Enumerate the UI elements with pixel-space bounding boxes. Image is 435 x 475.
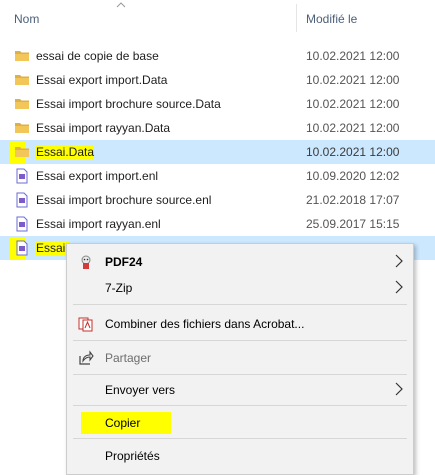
share-icon xyxy=(79,350,94,365)
menu-separator xyxy=(73,438,407,439)
menu-label: PDF24 xyxy=(105,255,143,269)
file-date: 10.09.2020 12:02 xyxy=(306,169,400,183)
file-row-folder[interactable]: essai de copie de base 10.02.2021 12:00 xyxy=(0,44,435,68)
folder-icon xyxy=(15,147,29,157)
column-name-header[interactable]: Nom xyxy=(14,12,39,26)
file-date: 10.02.2021 12:00 xyxy=(306,97,400,111)
context-menu: PDF24 7-Zip Combiner des fichiers dans A… xyxy=(66,243,414,475)
file-name: Essai import brochure source.enl xyxy=(36,193,212,207)
file-name: Essai.Data xyxy=(36,145,95,159)
enl-file-icon xyxy=(16,216,28,232)
menu-item-7zip[interactable]: 7-Zip xyxy=(67,274,413,302)
file-date: 10.02.2021 12:00 xyxy=(306,145,400,159)
enl-file-icon xyxy=(16,192,28,208)
chevron-right-icon xyxy=(395,254,403,268)
menu-item-copy[interactable]: Copier xyxy=(67,409,413,437)
folder-icon xyxy=(15,123,29,133)
menu-label: Combiner des fichiers dans Acrobat... xyxy=(105,317,305,331)
pdf24-icon xyxy=(81,255,91,269)
column-header: Nom Modifié le xyxy=(0,0,435,34)
menu-label: Propriétés xyxy=(105,449,160,463)
enl-file-icon xyxy=(16,240,28,256)
file-date: 21.02.2018 17:07 xyxy=(306,193,400,207)
file-row-folder[interactable]: Essai import brochure source.Data 10.02.… xyxy=(0,92,435,116)
menu-label: Copier xyxy=(105,416,141,430)
file-date: 10.02.2021 12:00 xyxy=(306,49,400,63)
file-list: essai de copie de base 10.02.2021 12:00 … xyxy=(0,44,435,260)
file-date: 10.02.2021 12:00 xyxy=(306,121,400,135)
file-row-folder[interactable]: Essai import rayyan.Data 10.02.2021 12:0… xyxy=(0,116,435,140)
file-name: Essai import rayyan.Data xyxy=(36,121,171,135)
file-row-enl[interactable]: Essai import rayyan.enl 25.09.2017 15:15 xyxy=(0,212,435,236)
file-row-enl[interactable]: Essai export import.enl 10.09.2020 12:02 xyxy=(0,164,435,188)
menu-separator xyxy=(73,374,407,375)
file-name: essai de copie de base xyxy=(36,49,159,63)
file-name: Essai. xyxy=(36,241,69,255)
menu-separator xyxy=(73,405,407,406)
menu-item-acrobat[interactable]: Combiner des fichiers dans Acrobat... xyxy=(67,310,413,338)
column-divider[interactable] xyxy=(296,4,297,32)
menu-item-share[interactable]: Partager xyxy=(67,344,413,372)
acrobat-icon xyxy=(78,317,93,332)
sort-ascending-icon[interactable] xyxy=(116,2,126,8)
file-date: 25.09.2017 15:15 xyxy=(306,217,400,231)
chevron-right-icon xyxy=(395,382,403,396)
file-row-folder-selected[interactable]: Essai.Data 10.02.2021 12:00 xyxy=(0,140,435,164)
file-name: Essai import rayyan.enl xyxy=(36,217,161,231)
menu-item-pdf24[interactable]: PDF24 xyxy=(67,248,413,276)
chevron-right-icon xyxy=(395,280,403,294)
folder-icon xyxy=(15,51,29,61)
file-row-folder[interactable]: Essai export import.Data 10.02.2021 12:0… xyxy=(0,68,435,92)
file-date: 10.02.2021 12:00 xyxy=(306,73,400,87)
menu-label: 7-Zip xyxy=(105,281,133,295)
file-name: Essai import brochure source.Data xyxy=(36,97,221,111)
enl-file-icon xyxy=(16,168,28,184)
file-name: Essai export import.enl xyxy=(36,169,159,183)
folder-icon xyxy=(15,99,29,109)
menu-item-send-to[interactable]: Envoyer vers xyxy=(67,376,413,404)
menu-separator xyxy=(73,304,407,305)
column-modified-header[interactable]: Modifié le xyxy=(306,12,357,26)
file-row-enl[interactable]: Essai import brochure source.enl 21.02.2… xyxy=(0,188,435,212)
menu-separator xyxy=(73,340,407,341)
menu-label: Envoyer vers xyxy=(105,383,176,397)
menu-item-properties[interactable]: Propriétés xyxy=(67,442,413,470)
menu-label: Partager xyxy=(105,351,152,365)
file-name: Essai export import.Data xyxy=(36,73,168,87)
folder-icon xyxy=(15,75,29,85)
